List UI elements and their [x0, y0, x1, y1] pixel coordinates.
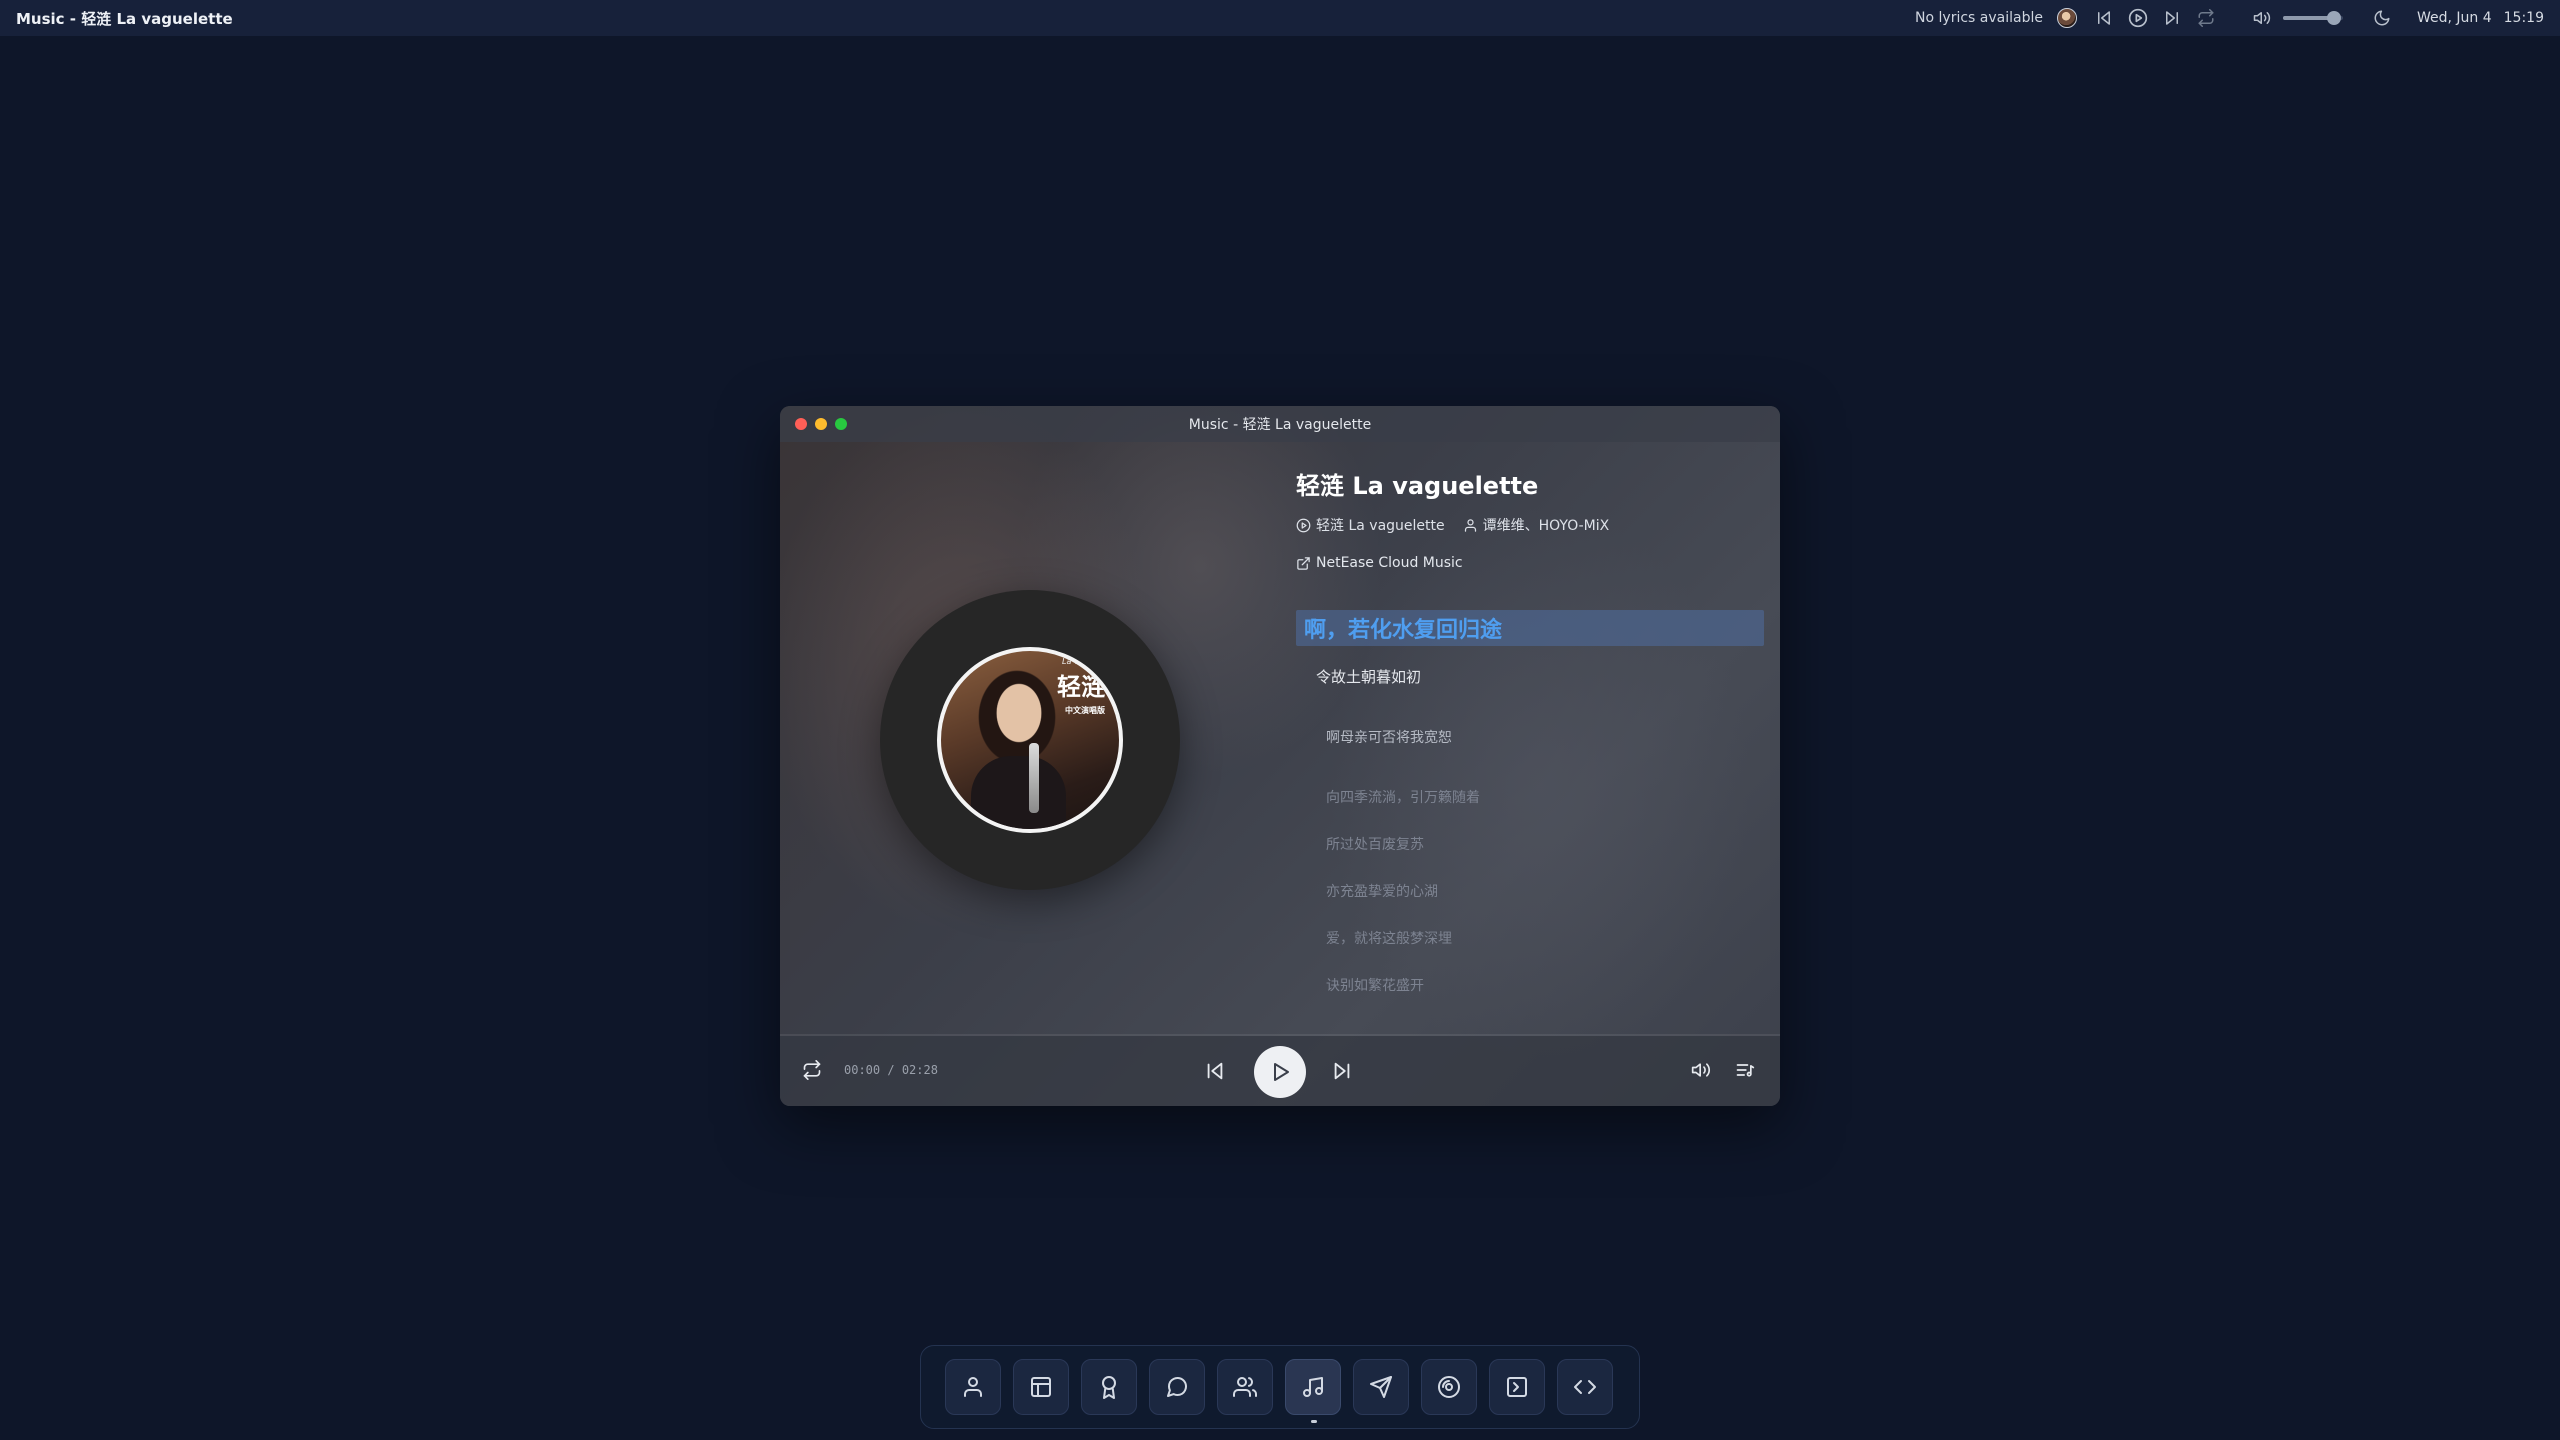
- lyric-line[interactable]: 爱，就将这般梦深埋: [1296, 928, 1764, 948]
- lyric-line[interactable]: 令故土朝暮如初: [1296, 666, 1764, 687]
- song-info: 轻涟 La vaguelette 轻涟 La vaguelette 谭维维、HO…: [1296, 466, 1766, 571]
- dock-item-music[interactable]: [1285, 1359, 1341, 1423]
- active-app-title: Music - 轻涟 La vaguelette: [16, 9, 233, 28]
- volume-slider-knob[interactable]: [2326, 11, 2341, 25]
- play-icon: [1274, 1063, 1289, 1081]
- album-name: 轻涟 La vaguelette: [1316, 518, 1445, 534]
- dock-item-layout[interactable]: [1013, 1359, 1069, 1415]
- send-icon: [1370, 1376, 1392, 1398]
- dock-item-terminal[interactable]: [1489, 1359, 1545, 1415]
- previous-track-icon[interactable]: [2093, 7, 2115, 29]
- next-track-button[interactable]: [1331, 1060, 1353, 1082]
- lyric-line[interactable]: 啊母亲可否将我宽恕: [1296, 727, 1764, 747]
- lyrics-panel[interactable]: 啊，若化水复回归途 令故土朝暮如初 啊母亲可否将我宽恕 向四季流淌，引万籁随着 …: [1296, 610, 1764, 995]
- cover-microphone: [1029, 743, 1039, 813]
- dock-item-profile[interactable]: [945, 1359, 1001, 1415]
- moon-icon[interactable]: [2371, 7, 2393, 29]
- award-icon: [1102, 1376, 1116, 1399]
- external-link-icon: [1296, 556, 1311, 571]
- code-icon: [1574, 1380, 1596, 1394]
- minimize-button[interactable]: [815, 418, 827, 430]
- lyric-line[interactable]: 亦充盈挚爱的心湖: [1296, 881, 1764, 901]
- user-icon: [964, 1377, 982, 1397]
- time-separator: /: [887, 1063, 895, 1077]
- users-icon: [1233, 1377, 1257, 1397]
- lyric-line[interactable]: 所过处百废复苏: [1296, 834, 1764, 854]
- album-link[interactable]: 轻涟 La vaguelette: [1296, 515, 1445, 535]
- source-name: NetEase Cloud Music: [1316, 555, 1463, 571]
- album-cover: La vaguelette 轻涟 中文演唱版: [937, 647, 1123, 833]
- terminal-icon: [1507, 1377, 1527, 1397]
- window-title: Music - 轻涟 La vaguelette: [1188, 417, 1372, 433]
- elapsed-time: 00:00: [844, 1063, 881, 1077]
- clock[interactable]: Wed, Jun 4 15:19: [2417, 10, 2544, 26]
- music-icon: [1303, 1377, 1323, 1397]
- dock-item-disc[interactable]: [1421, 1359, 1477, 1415]
- play-button[interactable]: [1254, 1046, 1306, 1098]
- disc-icon: [1296, 518, 1311, 533]
- window-titlebar[interactable]: Music - 轻涟 La vaguelette: [780, 406, 1780, 442]
- vinyl-record: La vaguelette 轻涟 中文演唱版: [880, 590, 1180, 890]
- song-meta: 轻涟 La vaguelette 谭维维、HOYO-MiX: [1296, 515, 1766, 535]
- playback-time: 00:00 / 02:28: [844, 1063, 938, 1077]
- current-lyric-line[interactable]: 啊，若化水复回归途: [1296, 610, 1764, 646]
- clock-time: 15:19: [2503, 10, 2544, 26]
- previous-track-button[interactable]: [1204, 1060, 1226, 1082]
- volume-button[interactable]: [1691, 1060, 1713, 1082]
- disc-icon: [1438, 1376, 1460, 1398]
- song-title: 轻涟 La vaguelette: [1296, 472, 1539, 500]
- playlist-button[interactable]: [1735, 1060, 1757, 1082]
- dock-item-code[interactable]: [1557, 1359, 1613, 1415]
- layout-icon: [1031, 1377, 1051, 1397]
- volume-slider[interactable]: [2282, 11, 2343, 25]
- cover-tag: 中文演唱版: [1065, 706, 1105, 715]
- dock: [920, 1345, 1640, 1429]
- repeat-icon[interactable]: [802, 1060, 824, 1082]
- lyric-line[interactable]: 诀别如繁花盛开: [1296, 975, 1764, 995]
- chat-icon: [1167, 1376, 1188, 1397]
- lyric-line[interactable]: 向四季流淌，引万籁随着: [1296, 787, 1764, 807]
- artist-link[interactable]: 谭维维、HOYO-MiX: [1463, 515, 1610, 535]
- artist-names: 谭维维、HOYO-MiX: [1482, 518, 1610, 534]
- dock-item-friends[interactable]: [1217, 1359, 1273, 1415]
- cover-subtitle: La vaguelette: [1062, 657, 1117, 666]
- top-bar-controls: No lyrics available Wed, Jun 4 15:19: [1915, 0, 2544, 36]
- now-playing-artwork[interactable]: [2056, 8, 2077, 28]
- dock-item-send[interactable]: [1353, 1359, 1409, 1415]
- source-link[interactable]: NetEase Cloud Music: [1296, 555, 1766, 571]
- total-duration: 02:28: [901, 1063, 938, 1077]
- player-controls: 00:00 / 02:28: [780, 1036, 1780, 1106]
- music-window: Music - 轻涟 La vaguelette La vaguelette 轻…: [780, 406, 1780, 1106]
- close-button[interactable]: [795, 418, 807, 430]
- repeat-icon[interactable]: [2195, 7, 2217, 29]
- lyrics-status: No lyrics available: [1915, 10, 2043, 26]
- top-bar: Music - 轻涟 La vaguelette No lyrics avail…: [0, 0, 2560, 36]
- play-circle-icon[interactable]: [2127, 7, 2149, 29]
- dock-item-awards[interactable]: [1081, 1359, 1137, 1415]
- user-icon: [1463, 518, 1478, 533]
- cover-title: 轻涟: [1057, 672, 1105, 701]
- dock-item-chat[interactable]: [1149, 1359, 1205, 1415]
- next-track-icon[interactable]: [2161, 7, 2183, 29]
- window-controls: [795, 418, 847, 430]
- maximize-button[interactable]: [835, 418, 847, 430]
- volume-icon[interactable]: [2251, 7, 2273, 29]
- clock-date: Wed, Jun 4: [2416, 10, 2492, 26]
- cover-figure: [971, 756, 1066, 829]
